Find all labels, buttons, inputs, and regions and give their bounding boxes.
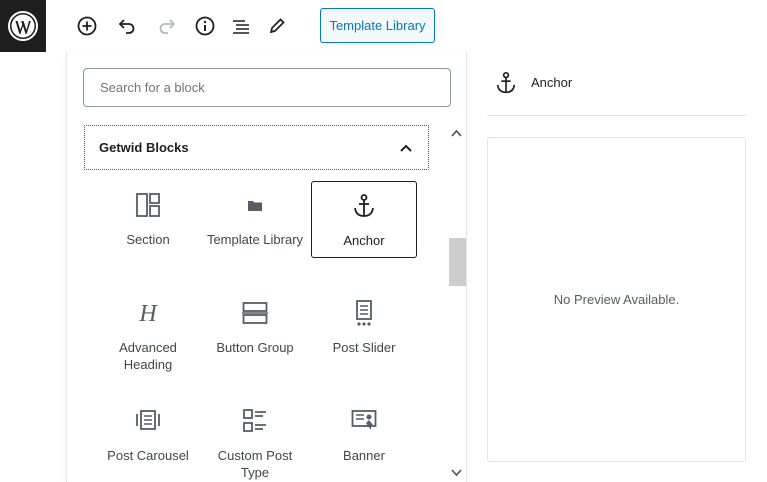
heading-icon: H — [134, 299, 162, 327]
post-carousel-icon — [134, 407, 162, 435]
block-item-banner[interactable]: Banner — [311, 397, 417, 474]
group-title: Getwid Blocks — [99, 140, 189, 155]
block-preview-pane: Anchor No Preview Available. — [467, 52, 767, 482]
scroll-down-arrow-icon[interactable] — [447, 464, 466, 482]
wordpress-logo-icon[interactable] — [0, 0, 46, 52]
block-label: Button Group — [216, 340, 294, 355]
block-item-advanced-heading[interactable]: H Advanced Heading — [95, 289, 201, 372]
pencil-icon — [269, 18, 285, 34]
block-item-button-group[interactable]: Button Group — [202, 289, 308, 366]
block-label: Post Slider — [332, 340, 396, 355]
template-library-button[interactable]: Template Library — [320, 8, 435, 43]
block-search-input[interactable] — [83, 68, 451, 107]
scrollbar-thumb[interactable] — [449, 238, 466, 286]
scroll-up-arrow-icon[interactable] — [447, 124, 466, 142]
post-slider-icon — [350, 299, 378, 327]
inserter-scrollbar[interactable] — [447, 124, 466, 482]
anchor-icon — [350, 192, 378, 220]
block-editor: Template Library Getwid Blocks Sectio — [0, 0, 767, 482]
section-icon — [134, 191, 162, 219]
block-item-post-carousel[interactable]: Post Carousel — [95, 397, 201, 474]
getwid-blocks-group-toggle[interactable]: Getwid Blocks — [84, 125, 429, 170]
anchor-icon — [491, 68, 521, 98]
preview-title: Anchor — [531, 75, 573, 90]
list-view-icon — [233, 20, 249, 34]
block-label: Banner — [343, 448, 385, 463]
block-item-template-library[interactable]: Template Library — [202, 181, 308, 258]
preview-header: Anchor — [487, 68, 747, 116]
list-view-button[interactable] — [225, 10, 257, 42]
block-label: Template Library — [206, 232, 304, 247]
block-label: Advanced Heading — [119, 340, 177, 372]
button-group-icon — [241, 299, 269, 327]
folder-icon — [241, 191, 269, 219]
block-label: Anchor — [343, 233, 385, 248]
undo-icon — [118, 19, 135, 34]
no-preview-text: No Preview Available. — [553, 292, 680, 307]
tools-button[interactable] — [261, 10, 293, 42]
add-block-button[interactable] — [71, 10, 103, 42]
undo-button[interactable] — [111, 10, 143, 42]
block-item-anchor[interactable]: Anchor — [311, 181, 417, 258]
banner-icon — [350, 407, 378, 435]
redo-button[interactable] — [151, 10, 183, 42]
plus-circle-icon — [77, 16, 97, 36]
block-item-custom-post-type[interactable]: Custom Post Type — [202, 397, 308, 480]
info-icon — [195, 16, 215, 36]
block-label: Section — [126, 232, 170, 247]
block-label: Post Carousel — [107, 448, 189, 463]
info-button[interactable] — [189, 10, 221, 42]
redo-icon — [159, 19, 176, 34]
block-label: Custom Post Type — [217, 448, 293, 480]
preview-box: No Preview Available. — [487, 137, 746, 462]
chevron-up-icon — [400, 144, 412, 152]
custom-post-type-icon — [241, 407, 269, 435]
block-item-section[interactable]: Section — [95, 181, 201, 258]
block-item-post-slider[interactable]: Post Slider — [311, 289, 417, 366]
editor-canvas[interactable] — [0, 52, 66, 482]
svg-text:H: H — [138, 301, 158, 327]
block-inserter-panel: Getwid Blocks Section — [66, 52, 467, 482]
